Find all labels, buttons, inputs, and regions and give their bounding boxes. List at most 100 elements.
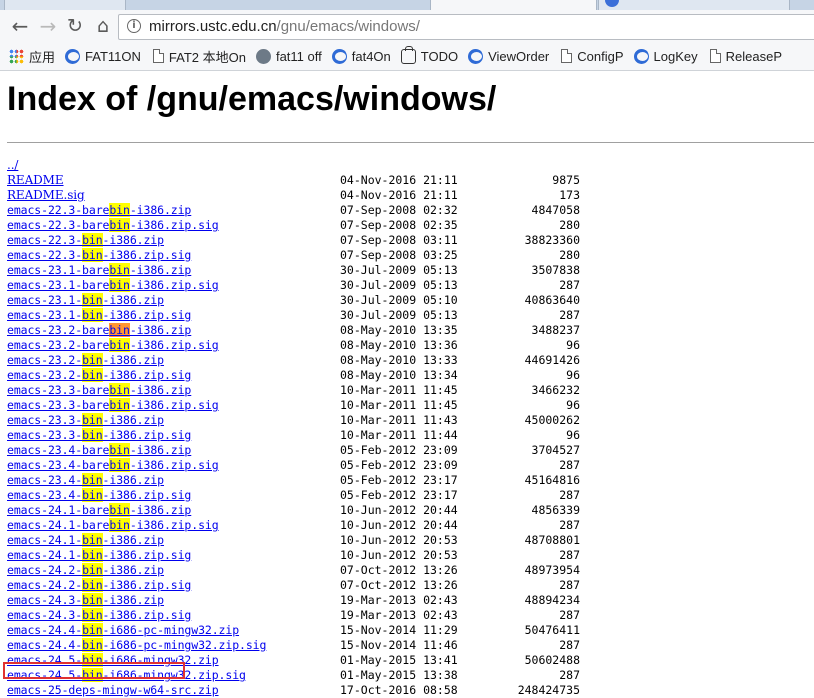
forward-button[interactable]: → [36, 10, 60, 42]
table-row: emacs-23.2-barebin-i386.zip 08-May-2010 1… [7, 323, 580, 338]
file-date: 07-Sep-2008 02:32 [340, 203, 458, 217]
table-row: emacs-24.1-barebin-i386.zip.sig 10-Jun-20… [7, 518, 580, 533]
file-link[interactable]: emacs-22.3-barebin-i386.zip.sig [7, 218, 219, 232]
file-link[interactable]: emacs-23.4-bin-i386.zip [7, 473, 164, 487]
file-date: 30-Jul-2009 05:13 [340, 278, 458, 292]
home-button[interactable]: ⌂ [91, 10, 115, 42]
file-date: 10-Mar-2011 11:44 [340, 428, 458, 442]
file-link[interactable]: README [7, 173, 64, 187]
file-link[interactable]: emacs-24.1-barebin-i386.zip.sig [7, 518, 219, 532]
search-highlight: bin [82, 638, 103, 652]
file-link[interactable]: emacs-24.3-bin-i386.zip.sig [7, 608, 191, 622]
parent-dir-link[interactable]: ../ [7, 158, 18, 172]
file-link[interactable]: emacs-24.1-bin-i386.zip.sig [7, 548, 191, 562]
file-size: 40863640 [524, 293, 580, 307]
file-link[interactable]: emacs-24.1-barebin-i386.zip [7, 503, 191, 517]
file-size: 50476411 [524, 623, 580, 637]
info-icon[interactable]: i [127, 19, 141, 33]
tab-favicon-icon [605, 0, 619, 7]
fat-icon [65, 48, 81, 64]
file-link[interactable]: emacs-22.3-bin-i386.zip.sig [7, 248, 191, 262]
search-highlight: bin [82, 608, 103, 622]
file-date: 05-Feb-2012 23:09 [340, 458, 458, 472]
bookmark-label: FAT2 本地On [168, 49, 246, 65]
reload-button[interactable]: ↻ [63, 10, 87, 42]
bookmark-item[interactable]: ReleaseP [708, 49, 782, 64]
home-icon: ⌂ [96, 15, 110, 37]
bookmark-label: fat11 off [275, 48, 322, 64]
parent-dir-row: ../ [7, 158, 266, 173]
bookmark-item[interactable]: ViewOrder [468, 48, 550, 64]
file-size: 38823360 [524, 233, 580, 247]
file-link[interactable]: README.sig [7, 188, 85, 202]
tab-active[interactable] [430, 0, 597, 10]
bookmark-item[interactable]: TODO [400, 45, 458, 64]
search-highlight: bin [82, 668, 103, 682]
back-button[interactable]: ← [8, 10, 32, 42]
bookmark-label: ViewOrder [488, 48, 550, 64]
file-listing: ../ README 04-Nov-2016 21:11 9875 README.si… [7, 158, 580, 698]
file-link[interactable]: emacs-23.3-barebin-i386.zip.sig [7, 398, 219, 412]
file-link[interactable]: emacs-23.1-barebin-i386.zip.sig [7, 278, 219, 292]
bookmark-item[interactable]: FAT2 本地On [151, 47, 246, 66]
file-size: 287 [559, 548, 580, 562]
file-size: 9875 [552, 173, 580, 187]
file-link[interactable]: emacs-22.3-barebin-i386.zip [7, 203, 191, 217]
table-row: emacs-24.3-bin-i386.zip.sig 19-Mar-2013 0… [7, 608, 580, 623]
bookmark-item[interactable]: 应用 [9, 47, 55, 66]
file-link[interactable]: emacs-24.5-bin-i686-mingw32.zip.sig [7, 668, 246, 682]
file-date: 01-May-2015 13:41 [340, 653, 458, 667]
table-row: emacs-22.3-barebin-i386.zip 07-Sep-2008 0… [7, 203, 580, 218]
file-link[interactable]: emacs-23.1-bin-i386.zip [7, 293, 164, 307]
file-size: 287 [559, 668, 580, 682]
address-bar[interactable]: i mirrors.ustc.edu.cn/gnu/emacs/windows/ [118, 14, 814, 40]
bookmark-item[interactable]: LogKey [633, 48, 698, 64]
search-highlight: bin [82, 473, 103, 487]
file-link[interactable]: emacs-23.2-bin-i386.zip.sig [7, 368, 191, 382]
tab-next[interactable] [598, 0, 790, 10]
bookmark-item[interactable]: fat4On [331, 48, 391, 64]
file-link[interactable]: emacs-23.2-bin-i386.zip [7, 353, 164, 367]
bookmark-item[interactable]: fat11 off [255, 48, 322, 64]
file-link[interactable]: emacs-24.2-bin-i386.zip.sig [7, 578, 191, 592]
bookmark-label: FAT11ON [85, 48, 141, 64]
file-link[interactable]: emacs-24.5-bin-i686-mingw32.zip [7, 653, 219, 667]
file-link[interactable]: emacs-24.4-bin-i686-pc-mingw32.zip.sig [7, 638, 266, 652]
file-date: 07-Oct-2012 13:26 [340, 578, 458, 592]
search-highlight: bin [82, 413, 103, 427]
file-link[interactable]: emacs-23.3-barebin-i386.zip [7, 383, 191, 397]
file-link[interactable]: emacs-23.3-bin-i386.zip.sig [7, 428, 191, 442]
tab-previous[interactable] [4, 0, 126, 10]
bookmark-item[interactable]: FAT11ON [65, 48, 141, 64]
browser-toolbar: ← → ↻ ⌂ i mirrors.ustc.edu.cn/gnu/emacs/… [0, 10, 814, 42]
file-link[interactable]: emacs-23.4-bin-i386.zip.sig [7, 488, 191, 502]
table-row: emacs-23.1-bin-i386.zip.sig 30-Jul-2009 0… [7, 308, 580, 323]
file-link[interactable]: emacs-24.1-bin-i386.zip [7, 533, 164, 547]
file-link[interactable]: emacs-23.2-barebin-i386.zip [7, 323, 191, 337]
file-link[interactable]: emacs-25-deps-mingw-w64-src.zip [7, 683, 219, 697]
file-link[interactable]: emacs-23.1-barebin-i386.zip [7, 263, 191, 277]
file-date: 01-May-2015 13:38 [340, 668, 458, 682]
file-size: 287 [559, 278, 580, 292]
file-link[interactable]: emacs-23.3-bin-i386.zip [7, 413, 164, 427]
search-highlight: bin [109, 443, 130, 457]
search-highlight: bin [82, 353, 103, 367]
search-highlight: bin [109, 383, 130, 397]
file-link[interactable]: emacs-22.3-bin-i386.zip [7, 233, 164, 247]
table-row: README 04-Nov-2016 21:11 9875 [7, 173, 580, 188]
file-date: 08-May-2010 13:36 [340, 338, 458, 352]
bookmark-item[interactable]: ConfigP [559, 49, 624, 64]
file-link[interactable]: emacs-23.4-barebin-i386.zip [7, 443, 191, 457]
file-size: 3488237 [531, 323, 580, 337]
table-row: emacs-22.3-barebin-i386.zip.sig 07-Sep-20… [7, 218, 580, 233]
file-link[interactable]: emacs-24.3-bin-i386.zip [7, 593, 164, 607]
table-row: emacs-24.2-bin-i386.zip.sig 07-Oct-2012 1… [7, 578, 580, 593]
file-link[interactable]: emacs-23.2-barebin-i386.zip.sig [7, 338, 219, 352]
file-link[interactable]: emacs-23.1-bin-i386.zip.sig [7, 308, 191, 322]
file-link[interactable]: emacs-24.2-bin-i386.zip [7, 563, 164, 577]
file-size: 287 [559, 638, 580, 652]
table-row: emacs-23.4-barebin-i386.zip.sig 05-Feb-20… [7, 458, 580, 473]
file-link[interactable]: emacs-24.4-bin-i686-pc-mingw32.zip [7, 623, 239, 637]
file-size: 48894234 [524, 593, 580, 607]
file-link[interactable]: emacs-23.4-barebin-i386.zip.sig [7, 458, 219, 472]
